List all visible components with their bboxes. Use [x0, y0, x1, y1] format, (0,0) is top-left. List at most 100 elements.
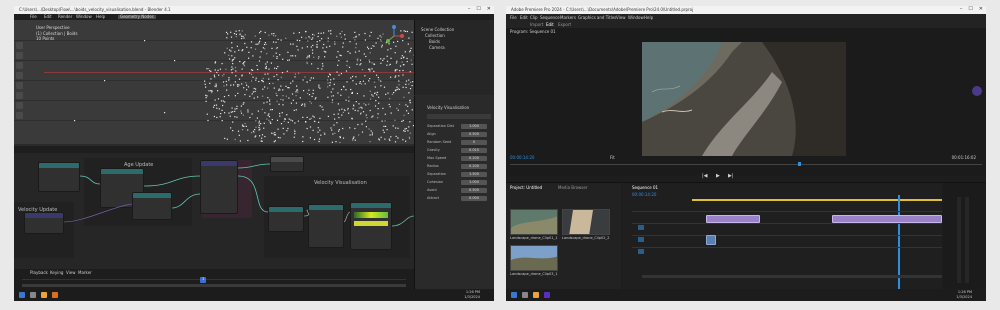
- clip-name: Landscape_drone_Clip01_1: [510, 236, 558, 240]
- clip-thumbnail[interactable]: [510, 209, 558, 235]
- geometry-node-editor[interactable]: Age Update Velocity Visualisation Veloci…: [14, 146, 414, 269]
- property-label: Attract: [427, 196, 439, 200]
- timeline-menu[interactable]: Playback: [30, 271, 48, 275]
- navigation-gizmo-icon[interactable]: [382, 24, 406, 48]
- tab-edit[interactable]: Edit: [546, 23, 554, 27]
- tab-export[interactable]: Export: [558, 23, 571, 27]
- premiere-taskbar-icon[interactable]: [544, 292, 550, 298]
- menu-graphics[interactable]: Graphics and Titles: [578, 16, 616, 20]
- outliner[interactable]: Scene Collection Collection Boids Camera: [414, 20, 494, 95]
- video-preview[interactable]: [642, 42, 846, 156]
- property-value-field[interactable]: 1.000: [461, 124, 487, 129]
- monitor-label: Program: Sequence 01: [510, 29, 556, 34]
- workspace-tab[interactable]: Geometry Nodes: [118, 15, 156, 19]
- blender-window: C:\Users\...\Desktop\Flow\...\boids_velo…: [14, 6, 494, 301]
- menu-markers[interactable]: Markers: [560, 16, 576, 20]
- property-value-field[interactable]: 0.200: [461, 156, 487, 161]
- timeline-menu[interactable]: Marker: [78, 271, 92, 275]
- file-explorer-icon[interactable]: [533, 292, 539, 298]
- property-label: Avoid: [427, 188, 437, 192]
- close-icon[interactable]: ✕: [487, 7, 491, 12]
- close-icon[interactable]: ✕: [979, 7, 983, 12]
- clip-thumbnail[interactable]: [510, 245, 558, 271]
- menu-clip[interactable]: Clip: [530, 16, 538, 20]
- property-value-field[interactable]: 0.010: [461, 148, 487, 153]
- properties-panel[interactable]: Velocity Visualisation Separation Dist 1.…: [414, 96, 494, 289]
- menu-view[interactable]: View: [616, 16, 626, 20]
- windows-start-icon[interactable]: [19, 292, 25, 298]
- outliner-item[interactable]: Scene Collection: [421, 28, 454, 32]
- clip-thumbnail[interactable]: [562, 209, 610, 235]
- menu-help[interactable]: Help: [644, 16, 653, 20]
- timeline-menu[interactable]: Keying: [50, 271, 63, 275]
- property-value-field[interactable]: 1.500: [461, 172, 487, 177]
- property-value-field[interactable]: 0: [461, 140, 487, 145]
- timeline-clip[interactable]: [706, 215, 760, 223]
- property-row: Random Seed 0: [427, 140, 491, 145]
- project-panel[interactable]: Project: Untitled Media Browser Landscap…: [506, 182, 621, 289]
- window-title: Adobe Premiere Pro 2024 - C:\Users\...\D…: [511, 7, 694, 12]
- property-row: Separation Dist 1.000: [427, 124, 491, 129]
- menu-file[interactable]: File: [30, 15, 37, 19]
- menu-edit[interactable]: Edit: [520, 16, 528, 20]
- menu-window[interactable]: Window: [628, 16, 644, 20]
- search-icon[interactable]: [30, 292, 36, 298]
- audio-clip[interactable]: [706, 235, 716, 245]
- outliner-item[interactable]: Boids: [429, 40, 440, 44]
- menu-help[interactable]: Help: [96, 15, 105, 19]
- property-value-field[interactable]: 0.200: [461, 164, 487, 169]
- property-row: Gravity 0.010: [427, 148, 491, 153]
- property-label: Max Speed: [427, 156, 447, 160]
- menu-window[interactable]: Window: [76, 15, 92, 19]
- menu-file[interactable]: File: [510, 16, 517, 20]
- blender-taskbar-icon[interactable]: [52, 292, 58, 298]
- outliner-item[interactable]: Collection: [425, 34, 445, 38]
- minimize-icon[interactable]: –: [960, 7, 963, 12]
- program-monitor[interactable]: Program: Sequence 01 00:00:14:20 Fit 00:…: [506, 28, 986, 176]
- menu-edit[interactable]: Edit: [44, 15, 52, 19]
- property-row: Cohesion 1.000: [427, 180, 491, 185]
- chat-icon[interactable]: [972, 86, 982, 96]
- property-value-field[interactable]: 0.000: [461, 196, 487, 201]
- timeline[interactable]: Playback Keying View Marker 1: [14, 269, 414, 289]
- track-v1-toggle[interactable]: [638, 225, 644, 230]
- premiere-window: Adobe Premiere Pro 2024 - C:\Users\...\D…: [506, 6, 986, 301]
- property-value-field[interactable]: 0.500: [461, 132, 487, 137]
- file-explorer-icon[interactable]: [41, 292, 47, 298]
- track-a1-toggle[interactable]: [638, 237, 644, 242]
- monitor-playhead[interactable]: [798, 162, 801, 166]
- clock-date: 1/3/2024: [956, 295, 972, 299]
- property-row: Separation 1.500: [427, 172, 491, 177]
- search-icon[interactable]: [522, 292, 528, 298]
- title-bar: Adobe Premiere Pro 2024 - C:\Users\...\D…: [506, 6, 986, 14]
- play-icon[interactable]: ▶: [716, 174, 720, 179]
- tab-project[interactable]: Project: Untitled: [510, 186, 542, 190]
- step-forward-icon[interactable]: ▶|: [728, 174, 734, 179]
- maximize-icon[interactable]: ☐: [476, 7, 480, 12]
- 3d-viewport[interactable]: User Perspective (1) Collection | Boids …: [14, 20, 414, 144]
- work-area-bar[interactable]: [692, 199, 942, 201]
- timeline-clip[interactable]: [832, 215, 942, 223]
- timeline-menu[interactable]: View: [66, 271, 76, 275]
- maximize-icon[interactable]: ☐: [968, 7, 972, 12]
- step-back-icon[interactable]: |◀: [702, 174, 708, 179]
- timecode-current[interactable]: 00:00:14:20: [510, 156, 534, 160]
- windows-start-icon[interactable]: [511, 292, 517, 298]
- menu-sequence[interactable]: Sequence: [540, 16, 560, 20]
- tab-media-browser[interactable]: Media Browser: [558, 186, 588, 190]
- track-a2-toggle[interactable]: [638, 249, 644, 254]
- property-value-field[interactable]: 1.000: [461, 180, 487, 185]
- timeline-panel[interactable]: Sequence 01 00:00:14:20: [622, 182, 942, 290]
- tab-sequence[interactable]: Sequence 01: [632, 186, 658, 190]
- property-label: Random Seed: [427, 140, 452, 144]
- tab-import[interactable]: Import: [530, 23, 543, 27]
- transport-controls: |◀ ▶ ▶|: [506, 172, 986, 182]
- property-value-field[interactable]: 0.500: [461, 188, 487, 193]
- outliner-item[interactable]: Camera: [429, 46, 445, 50]
- property-row: Align 0.500: [427, 132, 491, 137]
- timeline-timecode[interactable]: 00:00:14:20: [632, 193, 656, 197]
- menu-render[interactable]: Render: [58, 15, 72, 19]
- property-label: Radius: [427, 164, 439, 168]
- fit-dropdown[interactable]: Fit: [610, 156, 615, 160]
- minimize-icon[interactable]: –: [468, 7, 471, 12]
